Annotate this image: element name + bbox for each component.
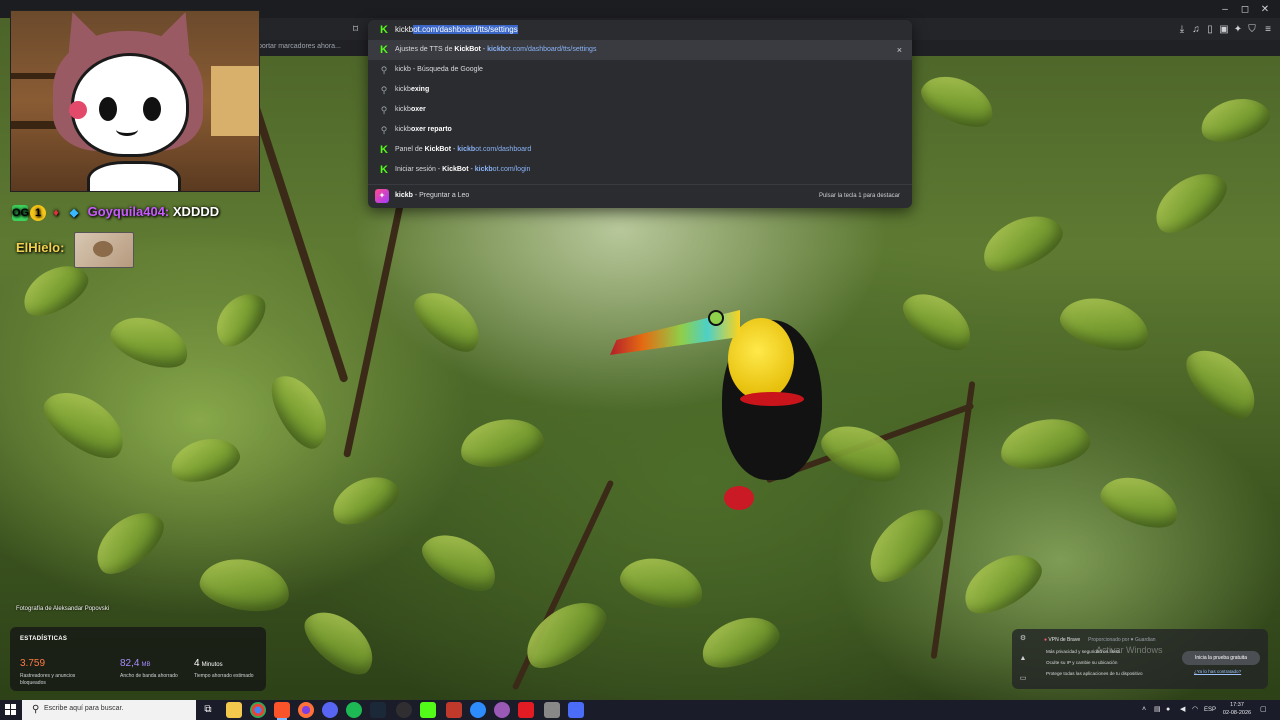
search-icon: ⚲ <box>380 125 388 135</box>
search-icon: ⚲ <box>380 105 388 115</box>
suggestion-row[interactable]: K Panel de KickBot - kickbot.com/dashboa… <box>368 140 912 160</box>
settings-icon[interactable]: ⚙ <box>1019 635 1027 643</box>
photo-credit[interactable]: Fotografía de Aleksandar Popovski <box>16 606 109 612</box>
chat-badges: OG 1 ♦ ◆ <box>12 204 79 221</box>
language-indicator[interactable]: ESP <box>1204 704 1216 716</box>
chat-text: XDDDD <box>172 204 220 219</box>
app-icon[interactable] <box>568 702 584 718</box>
wifi-icon[interactable]: ◠ <box>1192 704 1198 716</box>
task-view-icon[interactable]: ⧉ <box>200 702 216 718</box>
suggestion-row[interactable]: ⚲ kickbexing <box>368 80 912 100</box>
suggestion-row[interactable]: ⚲ kickboxer <box>368 100 912 120</box>
start-free-trial-button[interactable]: Inicia la prueba gratuita <box>1182 651 1260 665</box>
obs-icon[interactable] <box>396 702 412 718</box>
bookmark-icon[interactable]: ⌑ <box>353 24 363 36</box>
stat-time-saved: 4 Minutos Tiempo ahorrado estimado <box>194 658 254 679</box>
vpn-title: ● VPN de Brave Proporcionado por ♥ Guardi… <box>1044 637 1156 643</box>
app-icon[interactable] <box>544 702 560 718</box>
app-icon[interactable] <box>494 702 510 718</box>
chat-username: ElHielo: <box>16 240 65 255</box>
wallet-icon[interactable]: ▣ <box>1218 24 1230 36</box>
vpn-widget: ⚙ ▲ ▭ ● VPN de Brave Proporcionado por ♥ … <box>1012 629 1268 689</box>
microphone-icon[interactable]: ● <box>1166 704 1170 716</box>
kick-app-icon[interactable] <box>420 702 436 718</box>
volume-icon[interactable]: ◀ <box>1180 704 1185 716</box>
card-icon[interactable]: ▭ <box>1019 675 1027 683</box>
suggestion-row[interactable]: K Ajustes de TTS de KickBot - kickbot.co… <box>368 40 912 60</box>
sidebar-icon[interactable]: ▯ <box>1204 24 1216 36</box>
streamer-webcam-overlay <box>10 10 260 192</box>
notifications-icon[interactable]: ▢ <box>1260 704 1267 716</box>
search-icon: ⚲ <box>32 704 40 715</box>
brave-icon[interactable] <box>274 702 290 720</box>
avatar-body <box>87 161 181 191</box>
vtuber-avatar <box>71 53 189 157</box>
network-icon[interactable]: ▤ <box>1154 704 1161 716</box>
discord-icon[interactable] <box>322 702 338 718</box>
firefox-icon[interactable] <box>298 702 314 718</box>
search-icon: ⚲ <box>380 65 388 75</box>
tray-chevron-icon[interactable]: ˄ <box>1142 704 1146 716</box>
chrome-icon[interactable] <box>250 702 266 718</box>
already-purchased-link[interactable]: ¿Ya lo has contratado? <box>1194 669 1241 674</box>
leo-icon: ✦ <box>375 189 389 203</box>
suggestion-row[interactable]: ⚲ kickboxer reparto <box>368 120 912 140</box>
stats-title: ESTADÍSTICAS <box>20 636 68 642</box>
vpn-feature: Oculte su IP y cambie su ubicación <box>1046 660 1118 665</box>
taskbar-search-placeholder: Escribe aquí para buscar. <box>44 705 124 712</box>
widget-controls: ⚙ ▲ ▭ <box>1012 629 1034 689</box>
app-icon[interactable] <box>470 702 486 718</box>
warning-icon[interactable]: ▲ <box>1019 655 1027 663</box>
suggestion-row[interactable]: ⚲ kickb - Búsqueda de Google <box>368 60 912 80</box>
windows-start-icon[interactable] <box>5 704 17 716</box>
red-fruit <box>724 486 754 510</box>
kick-favicon-icon: K <box>380 164 388 176</box>
maximize-icon[interactable]: ◻ <box>1238 4 1252 16</box>
toucan-eye <box>708 310 724 326</box>
steam-icon[interactable] <box>370 702 386 718</box>
kick-favicon-icon: K <box>380 44 388 56</box>
search-icon: ⚲ <box>380 85 388 95</box>
music-icon[interactable]: ♫ <box>1190 24 1202 36</box>
vpn-feature: Protege todas las aplicaciones de tu dis… <box>1046 671 1143 676</box>
taskbar-clock[interactable]: 17:37 02-08-2026 <box>1222 701 1252 717</box>
download-icon[interactable]: ⤓ <box>1176 24 1188 36</box>
ask-leo-row[interactable]: ✦ kickb - Preguntar a Leo Pulsar la tecl… <box>368 184 912 207</box>
chat-username: Goyquila404: <box>87 204 170 219</box>
vpn-icon[interactable]: ⛉ <box>1246 24 1258 36</box>
menu-icon[interactable]: ≡ <box>1262 24 1274 36</box>
app-icon[interactable] <box>446 702 462 718</box>
address-bar-dropdown: K kickbot.com/dashboard/tts/settings K A… <box>368 20 912 208</box>
kick-favicon-icon: K <box>380 24 388 36</box>
address-input-text[interactable]: kickbot.com/dashboard/tts/settings <box>395 24 518 36</box>
address-bar[interactable]: K kickbot.com/dashboard/tts/settings <box>368 20 912 40</box>
leo-icon[interactable]: ✦ <box>1232 24 1244 36</box>
stat-bandwidth: 82,4 MB Ancho de banda ahorrado <box>120 658 178 679</box>
app-icon[interactable] <box>518 702 534 718</box>
stat-trackers: 3.759 Rastreadores y anuncios bloqueados <box>20 658 76 686</box>
file-explorer-icon[interactable] <box>226 702 242 718</box>
suggestion-row[interactable]: K Iniciar sesión - KickBot - kickbot.com… <box>368 160 912 180</box>
chat-emote <box>74 232 134 268</box>
taskbar-search[interactable]: ⚲ Escribe aquí para buscar. <box>22 700 196 720</box>
spotify-icon[interactable] <box>346 702 362 718</box>
minimize-icon[interactable]: – <box>1218 4 1232 16</box>
stats-widget: ESTADÍSTICAS 3.759 Rastreadores y anunci… <box>10 627 266 691</box>
avatar-bow <box>69 101 87 119</box>
chat-message: ElHielo: <box>16 240 64 255</box>
kick-favicon-icon: K <box>380 144 388 156</box>
windows-activation-watermark: Activar Windows <box>1096 645 1163 655</box>
toucan-red-band <box>740 392 804 406</box>
remove-suggestion-icon[interactable]: × <box>897 40 902 60</box>
chat-message: OG 1 ♦ ◆ Goyquila404: XDDDD <box>12 204 219 221</box>
background-window <box>211 66 259 136</box>
close-window-icon[interactable]: ✕ <box>1258 4 1272 16</box>
leo-hint: Pulsar la tecla 1 para destacar <box>818 193 900 199</box>
import-bookmarks-link[interactable]: portar marcadores ahora... <box>258 43 341 50</box>
